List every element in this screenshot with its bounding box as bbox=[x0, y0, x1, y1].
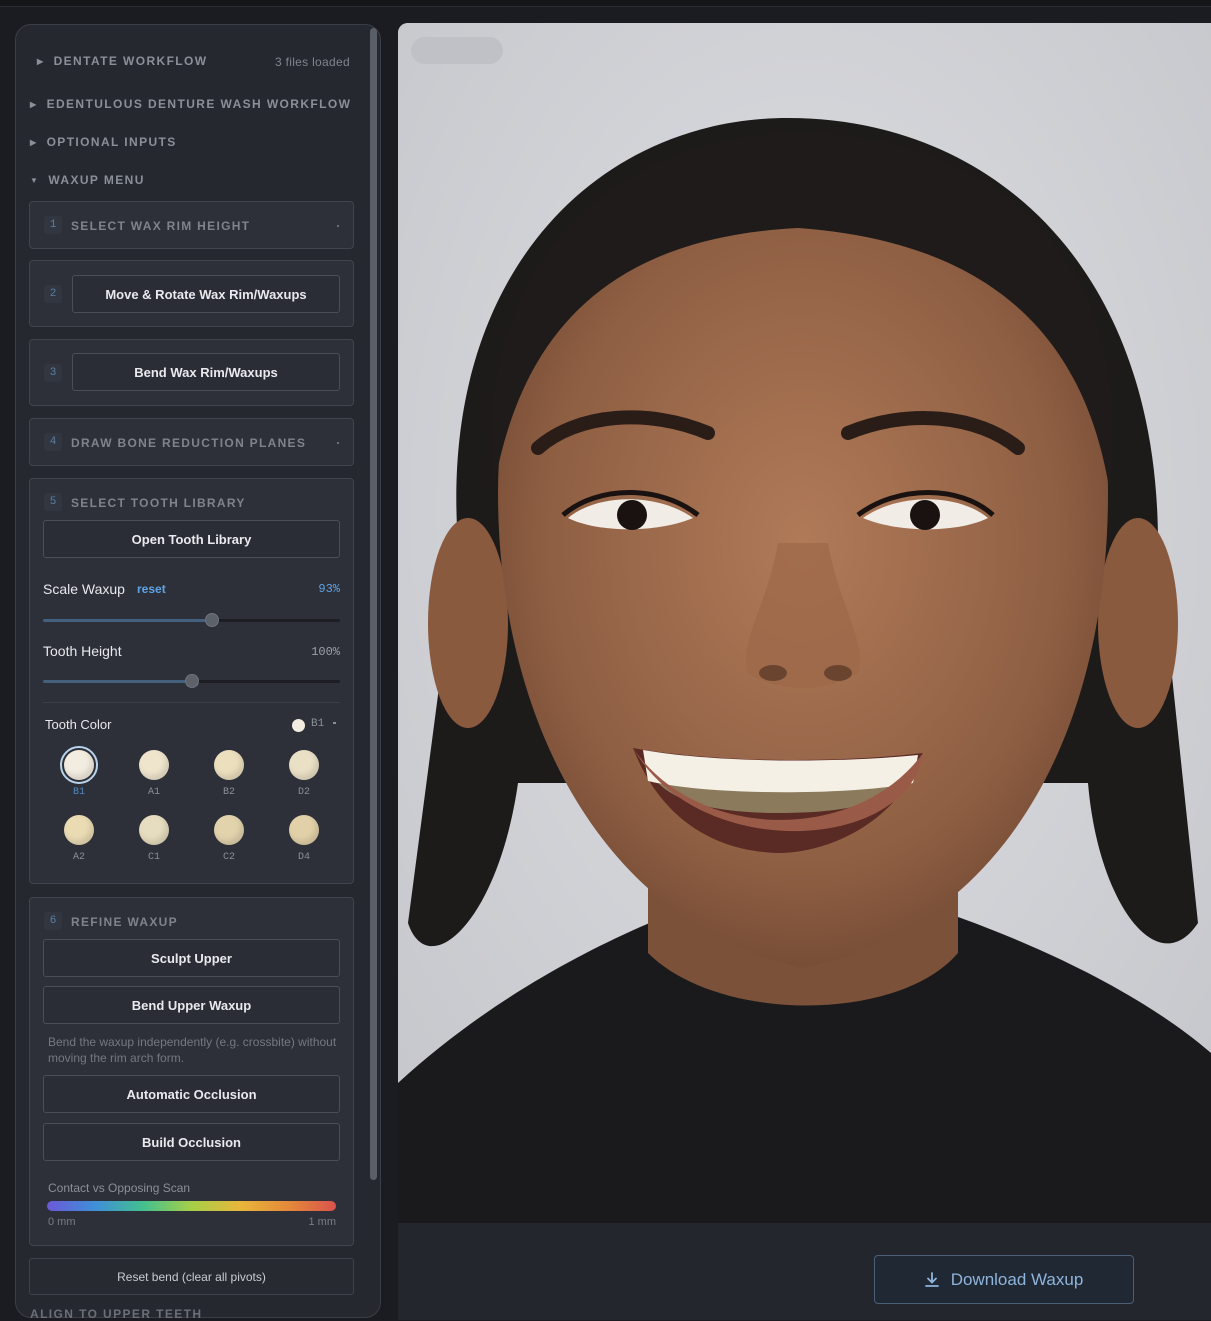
expand-dot-icon bbox=[337, 442, 339, 444]
bend-upper-waxup-button[interactable]: Bend Upper Waxup bbox=[43, 986, 340, 1024]
scale-waxup-label: Scale Waxup bbox=[43, 581, 125, 597]
sidebar-scrollbar[interactable] bbox=[370, 28, 377, 1180]
slider-fill bbox=[43, 680, 192, 683]
section-optional-label: OPTIONAL INPUTS bbox=[46, 135, 177, 149]
files-loaded-count: 3 files loaded bbox=[275, 55, 350, 69]
tooth-color-swatch-label: D2 bbox=[297, 787, 310, 798]
dropdown-dot-icon bbox=[333, 722, 336, 724]
chevron-right-icon: ▶ bbox=[37, 56, 45, 66]
tooth-color-swatch-label: C2 bbox=[222, 852, 235, 863]
section-align-upper[interactable]: ALIGN TO UPPER TEETH bbox=[30, 1307, 202, 1321]
divider bbox=[43, 702, 340, 703]
patient-face-image bbox=[398, 23, 1211, 1241]
section-waxup-menu[interactable]: ▼ WAXUP MENU bbox=[30, 173, 145, 187]
scale-reset-link[interactable]: reset bbox=[137, 582, 166, 596]
tooth-height-slider[interactable] bbox=[43, 674, 340, 688]
tooth-color-swatch[interactable] bbox=[139, 815, 169, 845]
automatic-occlusion-button[interactable]: Automatic Occlusion bbox=[43, 1075, 340, 1113]
chevron-right-icon: ▶ bbox=[30, 99, 38, 109]
expand-dot-icon bbox=[337, 225, 339, 227]
tooth-color-swatch-label: A1 bbox=[147, 787, 160, 798]
scale-waxup-slider[interactable] bbox=[43, 613, 340, 627]
chevron-right-icon: ▶ bbox=[30, 137, 38, 147]
section-edentulous-label: EDENTULOUS DENTURE WASH WORKFLOW bbox=[46, 97, 352, 111]
step-select-wax-rim-height[interactable]: 1 SELECT WAX RIM HEIGHT bbox=[29, 201, 354, 249]
selected-color-dot bbox=[292, 719, 305, 732]
tooth-color-swatch[interactable] bbox=[64, 815, 94, 845]
section-dentate-workflow[interactable]: ▶ DENTATE WORKFLOW bbox=[37, 54, 208, 68]
download-waxup-button[interactable]: Download Waxup bbox=[874, 1255, 1134, 1304]
image-viewer bbox=[398, 23, 1211, 1320]
move-rotate-button[interactable]: Move & Rotate Wax Rim/Waxups bbox=[72, 275, 340, 313]
download-label: Download Waxup bbox=[950, 1269, 1084, 1289]
tooth-color-swatch-label: B1 bbox=[72, 787, 85, 798]
tooth-color-swatch-label: B2 bbox=[222, 787, 235, 798]
step-number: 2 bbox=[44, 285, 62, 303]
tooth-color-swatch[interactable] bbox=[139, 750, 169, 780]
step-draw-bone-reduction[interactable]: 4 DRAW BONE REDUCTION PLANES bbox=[29, 418, 354, 466]
section-dentate-label: DENTATE WORKFLOW bbox=[53, 54, 208, 68]
step-title: SELECT TOOTH LIBRARY bbox=[71, 496, 246, 510]
contact-min-label: 0 mm bbox=[48, 1216, 76, 1228]
tooth-color-label: Tooth Color bbox=[45, 717, 112, 732]
section-waxup-label: WAXUP MENU bbox=[48, 173, 145, 187]
tooth-height-value: 100% bbox=[311, 645, 340, 659]
step-number: 5 bbox=[44, 493, 62, 511]
section-align-label: ALIGN TO UPPER TEETH bbox=[30, 1307, 203, 1321]
step-number: 4 bbox=[44, 433, 62, 451]
step-number: 1 bbox=[44, 216, 62, 234]
tooth-color-swatch[interactable] bbox=[60, 746, 98, 784]
tooth-color-swatch[interactable] bbox=[289, 815, 319, 845]
tooth-color-swatch[interactable] bbox=[214, 750, 244, 780]
contact-max-label: 1 mm bbox=[308, 1216, 337, 1228]
tooth-color-swatch[interactable] bbox=[214, 815, 244, 845]
chevron-down-icon: ▼ bbox=[30, 175, 40, 185]
selected-color-value[interactable]: B1 bbox=[311, 718, 324, 730]
tooth-color-swatch-label: D4 bbox=[297, 852, 310, 863]
patient-photo bbox=[398, 23, 1211, 1241]
step-title: DRAW BONE REDUCTION PLANES bbox=[71, 436, 307, 450]
section-optional-inputs[interactable]: ▶ OPTIONAL INPUTS bbox=[30, 135, 177, 149]
section-edentulous-workflow[interactable]: ▶ EDENTULOUS DENTURE WASH WORKFLOW bbox=[30, 97, 351, 111]
scale-value: 93% bbox=[318, 582, 340, 596]
contact-legend-title: Contact vs Opposing Scan bbox=[48, 1181, 191, 1195]
tooth-height-label: Tooth Height bbox=[43, 643, 122, 659]
tooth-color-swatch-label: C1 bbox=[147, 852, 160, 863]
slider-fill bbox=[43, 619, 213, 622]
step-number: 3 bbox=[44, 364, 62, 382]
tooth-color-swatch[interactable] bbox=[289, 750, 319, 780]
step-number: 6 bbox=[44, 912, 62, 930]
tooth-color-swatch-label: A2 bbox=[72, 852, 85, 863]
step-title: REFINE WAXUP bbox=[71, 915, 178, 929]
bend-hint-text: Bend the waxup independently (e.g. cross… bbox=[48, 1035, 337, 1065]
sculpt-upper-button[interactable]: Sculpt Upper bbox=[43, 939, 340, 977]
view-label-pill[interactable] bbox=[411, 37, 503, 64]
reset-bend-button[interactable]: Reset bend (clear all pivots) bbox=[29, 1258, 354, 1295]
contact-gradient-bar bbox=[47, 1201, 336, 1211]
open-tooth-library-button[interactable]: Open Tooth Library bbox=[43, 520, 340, 558]
slider-thumb[interactable] bbox=[184, 674, 199, 688]
top-bar bbox=[0, 0, 1211, 7]
step-title: SELECT WAX RIM HEIGHT bbox=[71, 219, 251, 233]
bend-wax-rim-button[interactable]: Bend Wax Rim/Waxups bbox=[72, 353, 340, 391]
build-occlusion-button[interactable]: Build Occlusion bbox=[43, 1123, 340, 1161]
download-icon bbox=[924, 1271, 939, 1287]
